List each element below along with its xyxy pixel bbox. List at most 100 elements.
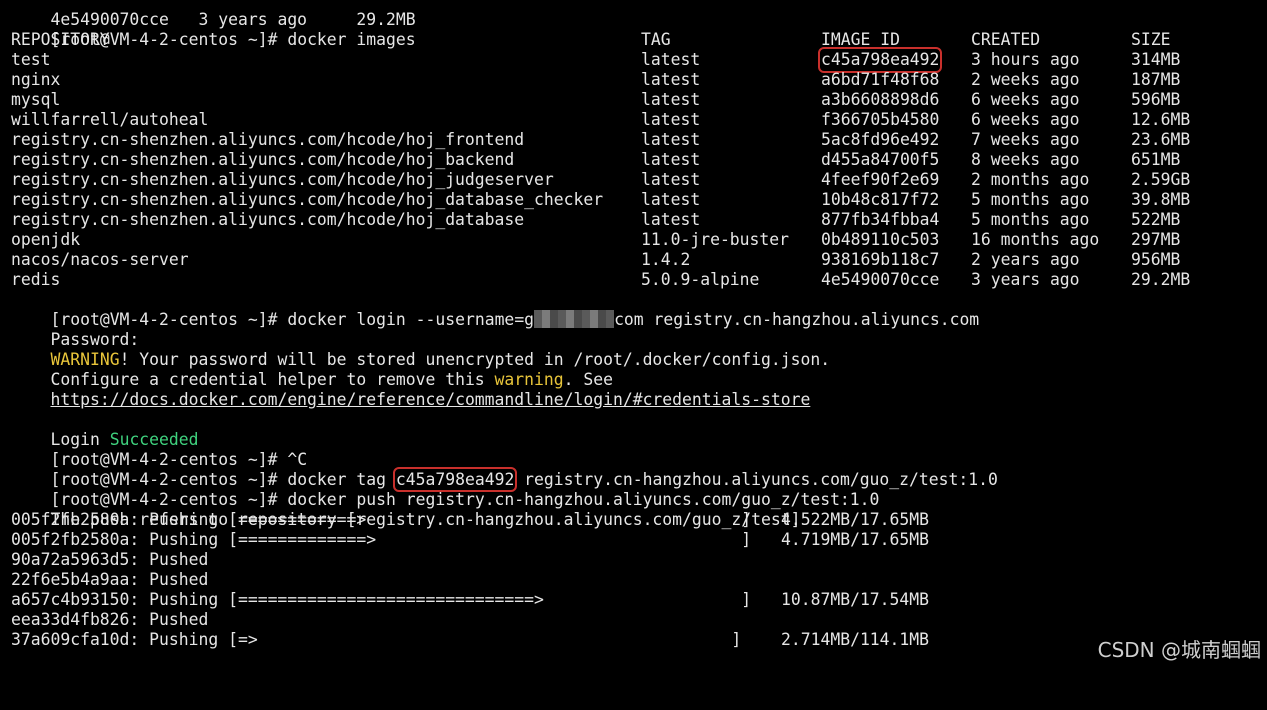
table-row: test latest c45a798ea492 3 hours ago 314… [11, 47, 1261, 73]
table-row: registry.cn-shenzhen.aliyuncs.com/hcode/… [11, 130, 1261, 150]
header-repository: REPOSITORY [11, 30, 110, 49]
terminal-line: [root@VM-4-2-centos ~]# docker push regi… [11, 470, 1261, 509]
tag-cell: 5.0.9-alpine [641, 270, 760, 289]
push-layer-line: eea33d4fb826: Pushed [11, 610, 1261, 630]
tag-cell: latest [641, 210, 701, 229]
header-tag: TAG [641, 30, 671, 49]
created-cell: 3 years ago [971, 270, 1080, 289]
terminal-line: Password: [11, 310, 1261, 349]
size-cell: 187MB [1131, 70, 1181, 89]
push-layer-line: 005f2fb2580a: Pushing [=============> ] … [11, 530, 1261, 550]
image-id-cell: 877fb34fbba4 [821, 210, 940, 229]
push-layer-size: 4.719MB/17.65MB [781, 530, 930, 549]
image-id-cell: a6bd71f48f68 [821, 70, 940, 89]
repository-cell: mysql [11, 90, 61, 109]
image-id-cell: 10b48c817f72 [821, 190, 940, 209]
terminal-line: [root@VM-4-2-centos ~]# docker login --u… [11, 290, 1261, 329]
created-cell: 3 hours ago [971, 50, 1080, 69]
size-cell: 596MB [1131, 90, 1181, 109]
image-id-cell: 4feef90f2e69 [821, 170, 940, 189]
push-layer-status: 37a609cfa10d: Pushing [=> ] [11, 630, 742, 649]
tag-cell: latest [641, 170, 701, 189]
image-id-cell: 5ac8fd96e492 [821, 130, 940, 149]
table-row: registry.cn-shenzhen.aliyuncs.com/hcode/… [11, 150, 1261, 170]
tag-cell: latest [641, 50, 701, 69]
repository-cell: nginx [11, 70, 61, 89]
repository-cell: registry.cn-shenzhen.aliyuncs.com/hcode/… [11, 170, 554, 189]
size-cell: 297MB [1131, 230, 1181, 249]
tag-cell: latest [641, 110, 701, 129]
repository-cell: nacos/nacos-server [11, 250, 189, 269]
tag-cell: latest [641, 90, 701, 109]
terminal-line: Login Succeeded [11, 410, 1261, 449]
table-row: redis 5.0.9-alpine 4e5490070cce 3 years … [11, 270, 1261, 290]
table-header: REPOSITORY TAG IMAGE ID CREATED SIZE [11, 30, 1261, 50]
table-row: registry.cn-shenzhen.aliyuncs.com/hcode/… [11, 170, 1261, 190]
table-row: nginx latest a6bd71f48f68 2 weeks ago 18… [11, 70, 1261, 90]
header-image-id: IMAGE ID [821, 30, 900, 49]
repository-cell: openjdk [11, 230, 81, 249]
created-cell: 2 months ago [971, 170, 1090, 189]
image-id-cell: f366705b4580 [821, 110, 940, 129]
push-layer-line: a657c4b93150: Pushing [=================… [11, 590, 1261, 610]
created-cell: 8 weeks ago [971, 150, 1080, 169]
repository-cell: test [11, 50, 51, 69]
size-cell: 2.59GB [1131, 170, 1191, 189]
table-row: nacos/nacos-server 1.4.2 938169b118c7 2 … [11, 250, 1261, 270]
tag-cell: latest [641, 130, 701, 149]
created-cell: 2 weeks ago [971, 70, 1080, 89]
push-layer-size: 10.87MB/17.54MB [781, 590, 930, 609]
repository-cell: registry.cn-shenzhen.aliyuncs.com/hcode/… [11, 210, 525, 229]
size-cell: 39.8MB [1131, 190, 1191, 209]
tag-cell: latest [641, 70, 701, 89]
created-cell: 2 years ago [971, 250, 1080, 269]
push-layer-status: eea33d4fb826: Pushed [11, 610, 209, 629]
size-cell: 29.2MB [1131, 270, 1191, 289]
tag-cell: latest [641, 190, 701, 209]
push-layer-line: 22f6e5b4a9aa: Pushed [11, 570, 1261, 590]
image-id-cell: 0b489110c503 [821, 230, 940, 249]
terminal-line: [root@VM-4-2-centos ~]# docker images [11, 10, 1261, 49]
terminal-line: [root@VM-4-2-centos ~]# docker tag c45a7… [11, 450, 1261, 492]
push-layer-status: 005f2fb2580a: Pushing [=============> ] [11, 530, 752, 549]
terminal-line: [root@VM-4-2-centos ~]# ^C [11, 430, 1261, 469]
push-layer-status: 005f2fb2580a: Pushing [============> ] [11, 510, 752, 529]
table-row: openjdk 11.0-jre-buster 0b489110c503 16 … [11, 230, 1261, 250]
repository-cell: redis [11, 270, 61, 289]
header-created: CREATED [971, 30, 1041, 49]
created-cell: 16 months ago [971, 230, 1100, 249]
table-row: willfarrell/autoheal latest f366705b4580… [11, 110, 1261, 130]
created-cell: 7 weeks ago [971, 130, 1080, 149]
image-id-cell: 4e5490070cce [821, 270, 940, 289]
push-layer-status: 22f6e5b4a9aa: Pushed [11, 570, 209, 589]
terminal-line: 4e5490070cce 3 years ago 29.2MB [11, 0, 1261, 29]
push-layer-line: 90a72a5963d5: Pushed [11, 550, 1261, 570]
push-layer-line: 005f2fb2580a: Pushing [============> ] 4… [11, 510, 1261, 530]
terminal-output[interactable]: 4e5490070cce 3 years ago 29.2MB [root@VM… [11, 0, 1261, 650]
push-layer-size: 2.714MB/114.1MB [781, 630, 930, 649]
repository-cell: willfarrell/autoheal [11, 110, 209, 129]
table-row: mysql latest a3b6608898d6 6 weeks ago 59… [11, 90, 1261, 110]
size-cell: 522MB [1131, 210, 1181, 229]
table-row: registry.cn-shenzhen.aliyuncs.com/hcode/… [11, 190, 1261, 210]
image-id-cell: d455a84700f5 [821, 150, 940, 169]
push-layer-size: 4.522MB/17.65MB [781, 510, 930, 529]
header-size: SIZE [1131, 30, 1171, 49]
terminal-line: WARNING! Your password will be stored un… [11, 330, 1261, 369]
tag-cell: 1.4.2 [641, 250, 691, 269]
tag-cell: latest [641, 150, 701, 169]
watermark: CSDN @城南蝈蝈 [1097, 638, 1261, 662]
created-cell: 6 weeks ago [971, 90, 1080, 109]
tag-cell: 11.0-jre-buster [641, 230, 790, 249]
terminal-line: The push refers to repository [registry.… [11, 490, 1261, 529]
repository-cell: registry.cn-shenzhen.aliyuncs.com/hcode/… [11, 130, 525, 149]
push-layer-status: 90a72a5963d5: Pushed [11, 550, 209, 569]
size-cell: 12.6MB [1131, 110, 1191, 129]
repository-cell: registry.cn-shenzhen.aliyuncs.com/hcode/… [11, 190, 604, 209]
size-cell: 651MB [1131, 150, 1181, 169]
size-cell: 956MB [1131, 250, 1181, 269]
table-row: registry.cn-shenzhen.aliyuncs.com/hcode/… [11, 210, 1261, 230]
terminal-line: Configure a credential helper to remove … [11, 350, 1261, 389]
created-cell: 5 months ago [971, 210, 1090, 229]
